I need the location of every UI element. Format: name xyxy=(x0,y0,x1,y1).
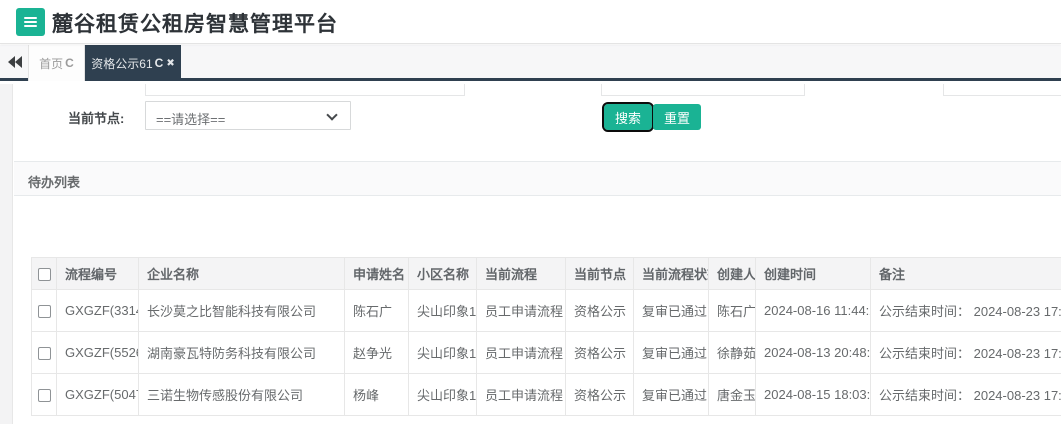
col-company: 企业名称 xyxy=(139,258,345,290)
cell-create-time: 2024-08-13 20:48:40 xyxy=(756,332,871,374)
hamburger-menu-icon[interactable] xyxy=(16,8,45,36)
col-create-time: 创建时间 xyxy=(756,258,871,290)
cell-status: 复审已通过 xyxy=(634,332,709,374)
clipped-filter-input[interactable] xyxy=(145,84,465,96)
cell-creator: 徐静茹 xyxy=(709,332,756,374)
cell-company: 长沙莫之比智能科技有限公司 xyxy=(139,290,345,332)
collapse-tabs-icon[interactable] xyxy=(8,55,26,69)
cell-status: 复审已通过 xyxy=(634,374,709,416)
col-community: 小区名称 xyxy=(409,258,477,290)
cell-community: 尖山印象1栋 xyxy=(409,332,477,374)
row-checkbox[interactable] xyxy=(38,389,51,402)
cell-applicant: 杨峰 xyxy=(345,374,409,416)
page-title: 麓谷租赁公租房智慧管理平台 xyxy=(52,8,338,38)
refresh-icon[interactable]: C xyxy=(155,56,164,70)
cell-flow: 员工申请流程 xyxy=(477,332,566,374)
clipped-filter-input[interactable] xyxy=(943,84,1061,96)
select-value: ==请选择== xyxy=(156,109,225,128)
cell-process-id: GXGZF(5526) xyxy=(57,332,139,374)
table-row[interactable]: GXGZF(5526) 湖南豪瓦特防务科技有限公司 赵争光 尖山印象1栋 员工申… xyxy=(32,332,1061,374)
app-window: 麓谷租赁公租房智慧管理平台 首页C 资格公示61C✖ 当前节点: ==请选择==… xyxy=(0,0,1061,424)
current-node-select[interactable]: ==请选择== xyxy=(145,101,351,130)
col-creator: 创建人 xyxy=(709,258,756,290)
cell-remark: 公示结束时间： 2024-08-23 17:08:18 xyxy=(871,290,1061,332)
row-checkbox[interactable] xyxy=(38,347,51,360)
cell-process-id: GXGZF(3314) xyxy=(57,290,139,332)
todo-panel-title: 待办列表 xyxy=(28,172,80,191)
tab-qualification-publicity[interactable]: 资格公示61C✖ xyxy=(85,45,181,81)
cell-company: 湖南豪瓦特防务科技有限公司 xyxy=(139,332,345,374)
cell-applicant: 陈石广 xyxy=(345,290,409,332)
clipped-filter-input[interactable] xyxy=(601,84,805,96)
todo-panel-header: 待办列表 xyxy=(14,161,1061,196)
chevron-down-icon xyxy=(326,109,337,120)
top-header: 麓谷租赁公租房智慧管理平台 xyxy=(0,0,1061,44)
col-node: 当前节点 xyxy=(566,258,634,290)
cell-remark: 公示结束时间： 2024-08-23 17:08:04 xyxy=(871,332,1061,374)
refresh-icon[interactable]: C xyxy=(65,56,74,70)
cell-node: 资格公示 xyxy=(566,374,634,416)
cell-status: 复审已通过 xyxy=(634,290,709,332)
search-button[interactable]: 搜索 xyxy=(604,104,652,130)
col-status: 当前流程状态 xyxy=(634,258,709,290)
cell-create-time: 2024-08-16 11:44:20 xyxy=(756,290,871,332)
tab-bar: 首页C 资格公示61C✖ xyxy=(0,45,1061,81)
cell-flow: 员工申请流程 xyxy=(477,290,566,332)
tab-active-label: 资格公示61 xyxy=(91,55,152,72)
todo-table: 流程编号 企业名称 申请姓名 小区名称 当前流程 当前节点 当前流程状态 创建人… xyxy=(31,257,1061,416)
cell-company: 三诺生物传感股份有限公司 xyxy=(139,374,345,416)
cell-creator: 唐金玉 xyxy=(709,374,756,416)
collapsed-sidebar xyxy=(0,84,13,424)
cell-community: 尖山印象1栋 xyxy=(409,374,477,416)
cell-node: 资格公示 xyxy=(566,332,634,374)
col-remark: 备注 xyxy=(871,258,1061,290)
cell-community: 尖山印象1栋 xyxy=(409,290,477,332)
table-header-row: 流程编号 企业名称 申请姓名 小区名称 当前流程 当前节点 当前流程状态 创建人… xyxy=(32,258,1061,290)
tab-home[interactable]: 首页C xyxy=(28,45,85,81)
col-process-id: 流程编号 xyxy=(57,258,139,290)
cell-applicant: 赵争光 xyxy=(345,332,409,374)
close-icon[interactable]: ✖ xyxy=(166,58,174,69)
cell-flow: 员工申请流程 xyxy=(477,374,566,416)
col-applicant: 申请姓名 xyxy=(345,258,409,290)
row-checkbox[interactable] xyxy=(38,305,51,318)
cell-create-time: 2024-08-15 18:03:47 xyxy=(756,374,871,416)
tab-home-label: 首页 xyxy=(39,55,63,72)
current-node-label: 当前节点: xyxy=(68,108,124,127)
cell-creator: 陈石广 xyxy=(709,290,756,332)
cell-process-id: GXGZF(5047) xyxy=(57,374,139,416)
cell-node: 资格公示 xyxy=(566,290,634,332)
cell-remark: 公示结束时间： 2024-08-23 17:06:53 xyxy=(871,374,1061,416)
col-flow: 当前流程 xyxy=(477,258,566,290)
table-row[interactable]: GXGZF(3314) 长沙莫之比智能科技有限公司 陈石广 尖山印象1栋 员工申… xyxy=(32,290,1061,332)
select-all-checkbox[interactable] xyxy=(38,268,51,281)
reset-button[interactable]: 重置 xyxy=(653,104,701,130)
table-row[interactable]: GXGZF(5047) 三诺生物传感股份有限公司 杨峰 尖山印象1栋 员工申请流… xyxy=(32,374,1061,416)
